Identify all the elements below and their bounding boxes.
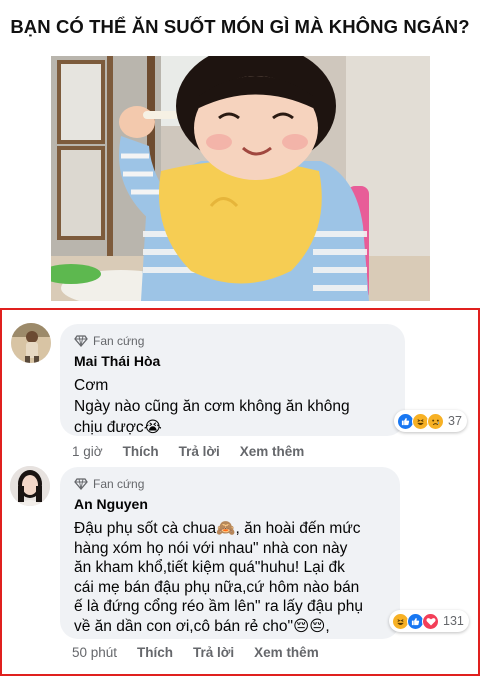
- comment-author[interactable]: An Nguyen: [74, 496, 386, 512]
- see-more-button[interactable]: Xem thêm: [240, 444, 305, 459]
- love-reaction-icon: [422, 612, 439, 630]
- reply-button[interactable]: Trả lời: [193, 645, 234, 660]
- diamond-icon: [74, 335, 88, 347]
- like-button[interactable]: Thích: [137, 645, 173, 660]
- reply-button[interactable]: Trả lời: [179, 444, 220, 459]
- child-eating-photo: [51, 56, 430, 301]
- comment-author[interactable]: Mai Thái Hòa: [74, 353, 391, 369]
- comment-bubble: Fan cứng An Nguyen Đậu phụ sốt cà chua🙈,…: [60, 467, 400, 639]
- comment-text: Đậu phụ sốt cà chua🙈, ăn hoài đến mức hà…: [74, 520, 364, 635]
- comment-actions: 1 giờ Thích Trả lời Xem thêm: [72, 444, 304, 459]
- comment-bubble: Fan cứng Mai Thái Hòa Cơm Ngày nào cũng …: [60, 324, 405, 436]
- comment-time[interactable]: 50 phút: [72, 645, 117, 660]
- comment-text: Cơm Ngày nào cũng ăn cơm không ăn không …: [74, 377, 350, 436]
- reaction-summary[interactable]: 131: [389, 610, 469, 632]
- reaction-summary[interactable]: 37: [394, 410, 467, 432]
- diamond-icon: [74, 478, 88, 490]
- fan-badge-label: Fan cứng: [93, 477, 145, 491]
- see-more-button[interactable]: Xem thêm: [254, 645, 319, 660]
- comment-actions: 50 phút Thích Trả lời Xem thêm: [72, 645, 319, 660]
- sad-reaction-icon: [427, 412, 444, 430]
- comment-time[interactable]: 1 giờ: [72, 444, 103, 459]
- avatar[interactable]: [11, 323, 51, 363]
- fan-badge-label: Fan cứng: [93, 334, 145, 348]
- headline: BẠN CÓ THỂ ĂN SUỐT MÓN GÌ MÀ KHÔNG NGÁN?: [10, 16, 470, 37]
- reaction-count: 37: [448, 414, 462, 428]
- reaction-count: 131: [443, 614, 464, 628]
- like-button[interactable]: Thích: [123, 444, 159, 459]
- avatar[interactable]: [10, 466, 50, 506]
